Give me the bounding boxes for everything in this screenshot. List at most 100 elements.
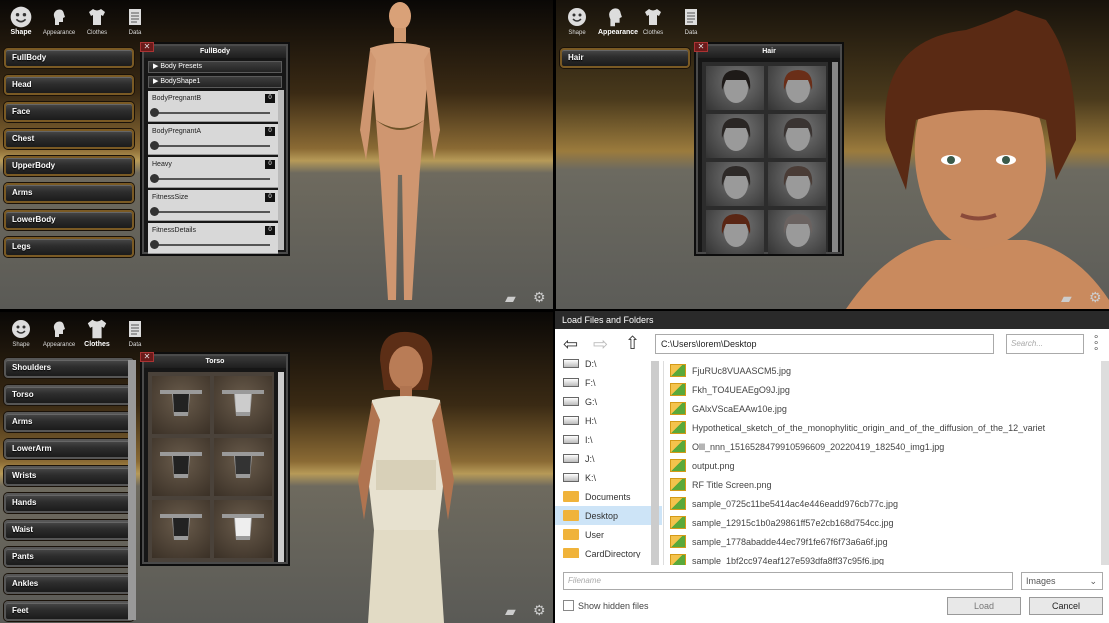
hair-thumbnail[interactable]: [768, 66, 826, 110]
slider-track[interactable]: [154, 112, 270, 114]
hair-thumbnail[interactable]: [768, 162, 826, 206]
location-item[interactable]: Desktop: [555, 506, 662, 525]
menu-item-shoulders[interactable]: Shoulders: [4, 358, 134, 378]
location-item[interactable]: User: [555, 525, 662, 544]
nav-tab-clothes[interactable]: Clothes: [80, 318, 114, 349]
load-button[interactable]: Load: [947, 597, 1021, 615]
clothing-thumbnail[interactable]: [152, 500, 210, 558]
camera-icon[interactable]: ▰: [505, 603, 516, 620]
nav-tab-data[interactable]: Data: [674, 6, 708, 37]
location-item[interactable]: I:\: [555, 430, 662, 449]
menu-item-chest[interactable]: Chest: [4, 129, 134, 149]
menu-item-waist[interactable]: Waist: [4, 520, 134, 540]
file-item[interactable]: output.png: [664, 456, 1101, 475]
menu-item-arms[interactable]: Arms: [4, 183, 134, 203]
nav-tab-data[interactable]: Data: [118, 6, 152, 37]
slider-value[interactable]: 0: [265, 193, 275, 202]
settings-icon[interactable]: ⚙: [533, 602, 546, 619]
slider-value[interactable]: 0: [265, 160, 275, 169]
settings-icon[interactable]: ⚙: [533, 289, 546, 306]
location-item[interactable]: G:\: [555, 392, 662, 411]
forward-button[interactable]: ⇨: [593, 335, 608, 353]
location-item[interactable]: K:\: [555, 468, 662, 487]
menu-item-hands[interactable]: Hands: [4, 493, 134, 513]
nav-tab-appearance[interactable]: Appearance: [598, 6, 638, 37]
close-icon[interactable]: ✕: [694, 42, 708, 52]
nav-tab-shape[interactable]: Shape: [4, 6, 38, 37]
slider-track[interactable]: [154, 145, 270, 147]
menu-item-feet[interactable]: Feet: [4, 601, 134, 621]
file-item[interactable]: GAlxVScaEAAw10e.jpg: [664, 399, 1101, 418]
location-item[interactable]: Documents: [555, 487, 662, 506]
up-button[interactable]: ⇧: [625, 333, 640, 353]
hair-thumbnail[interactable]: [706, 66, 764, 110]
clothing-thumbnail[interactable]: [214, 438, 272, 496]
slider-knob[interactable]: [150, 240, 159, 249]
hair-thumbnail[interactable]: [706, 114, 764, 158]
slider-knob[interactable]: [150, 207, 159, 216]
panel-scrollbar[interactable]: [278, 90, 284, 250]
menu-item-torso[interactable]: Torso: [4, 385, 134, 405]
file-scrollbar[interactable]: [1101, 361, 1109, 565]
nav-tab-appearance[interactable]: Appearance: [42, 6, 76, 37]
file-item[interactable]: sample_1778abadde44ec79f1fe67f6f73a6a6f.…: [664, 532, 1101, 551]
menu-item-upperbody[interactable]: UpperBody: [4, 156, 134, 176]
path-field[interactable]: C:\Users\lorem\Desktop: [655, 334, 994, 354]
menu-item-legs[interactable]: Legs: [4, 237, 134, 257]
slider-knob[interactable]: [150, 174, 159, 183]
slider-value[interactable]: 0: [265, 94, 275, 103]
nav-tab-shape[interactable]: Shape: [560, 6, 594, 37]
location-item[interactable]: F:\: [555, 373, 662, 392]
menu-item-pants[interactable]: Pants: [4, 547, 134, 567]
slider-track[interactable]: [154, 244, 270, 246]
file-item[interactable]: sample_1bf2cc974eaf127e593dfa8ff37c95f6.…: [664, 551, 1101, 565]
file-type-select[interactable]: Images ⌄: [1021, 572, 1103, 590]
hair-thumbnail[interactable]: [706, 210, 764, 254]
file-item[interactable]: sample_0725c11be5414ac4e446eadd976cb77c.…: [664, 494, 1101, 513]
camera-icon[interactable]: ▰: [505, 290, 516, 307]
file-item[interactable]: sample_12915c1b0a29861ff57e2cb168d754cc.…: [664, 513, 1101, 532]
back-button[interactable]: ⇦: [563, 335, 578, 353]
close-icon[interactable]: ✕: [140, 42, 154, 52]
file-item[interactable]: RF Title Screen.png: [664, 475, 1101, 494]
file-item[interactable]: FjuRUc8VUAASCM5.jpg: [664, 361, 1101, 380]
menu-item-hair[interactable]: Hair: [560, 48, 690, 68]
checkbox[interactable]: [563, 600, 574, 611]
menu-item-ankles[interactable]: Ankles: [4, 574, 134, 594]
clothing-thumbnail[interactable]: [152, 438, 210, 496]
menu-scrollbar[interactable]: [128, 360, 136, 620]
location-scrollbar[interactable]: [651, 361, 659, 565]
settings-icon[interactable]: ⚙: [1089, 289, 1102, 306]
file-item[interactable]: Hypothetical_sketch_of_the_monophylitic_…: [664, 418, 1101, 437]
location-item[interactable]: H:\: [555, 411, 662, 430]
panel-scrollbar[interactable]: [278, 372, 284, 562]
panel-scrollbar[interactable]: [832, 62, 838, 252]
cancel-button[interactable]: Cancel: [1029, 597, 1103, 615]
menu-item-lowerbody[interactable]: LowerBody: [4, 210, 134, 230]
location-item[interactable]: CardDirectory: [555, 544, 662, 558]
nav-tab-data[interactable]: Data: [118, 318, 152, 349]
location-item[interactable]: D:\: [555, 354, 662, 373]
clothing-thumbnail[interactable]: [214, 376, 272, 434]
menu-item-head[interactable]: Head: [4, 75, 134, 95]
search-input[interactable]: Search...: [1006, 334, 1084, 354]
menu-item-arms[interactable]: Arms: [4, 412, 134, 432]
section-header[interactable]: ▶ BodyShape1: [148, 76, 282, 88]
camera-icon[interactable]: ▰: [1061, 290, 1072, 307]
slider-value[interactable]: 0: [265, 226, 275, 235]
nav-tab-shape[interactable]: Shape: [4, 318, 38, 349]
slider-knob[interactable]: [150, 108, 159, 117]
section-header[interactable]: ▶ Body Presets: [148, 61, 282, 73]
clothing-thumbnail[interactable]: [152, 376, 210, 434]
location-item[interactable]: J:\: [555, 449, 662, 468]
nav-tab-appearance[interactable]: Appearance: [42, 318, 76, 349]
close-icon[interactable]: ✕: [140, 352, 154, 362]
slider-knob[interactable]: [150, 141, 159, 150]
menu-item-wrists[interactable]: Wrists: [4, 466, 134, 486]
nav-tab-clothes[interactable]: Clothes: [636, 6, 670, 37]
file-item[interactable]: Olll_nnn_1516528479910596609_20220419_18…: [664, 437, 1101, 456]
slider-track[interactable]: [154, 178, 270, 180]
slider-value[interactable]: 0: [265, 127, 275, 136]
nav-tab-clothes[interactable]: Clothes: [80, 6, 114, 37]
slider-track[interactable]: [154, 211, 270, 213]
